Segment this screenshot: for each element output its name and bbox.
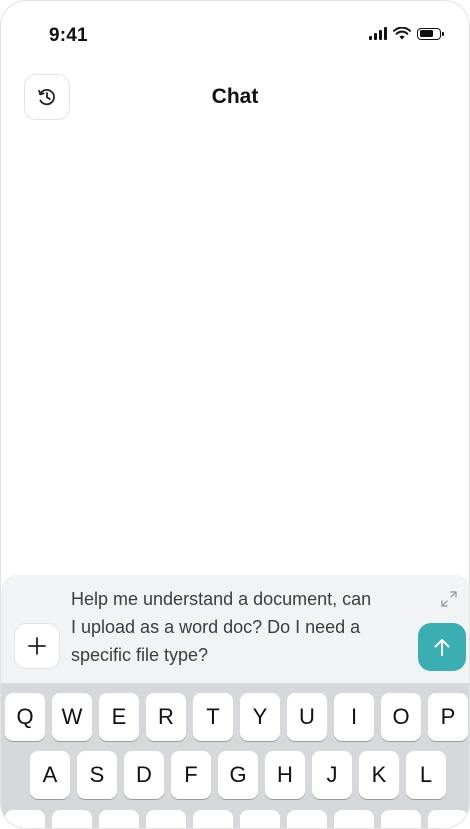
key-p[interactable]: P: [428, 693, 468, 741]
key-s[interactable]: S: [77, 751, 117, 799]
key-t[interactable]: T: [193, 693, 233, 741]
cellular-signal-icon: [369, 27, 387, 40]
wifi-icon: [393, 27, 411, 40]
add-attachment-button[interactable]: [14, 623, 60, 669]
key-a[interactable]: A: [30, 751, 70, 799]
key-r[interactable]: R: [146, 693, 186, 741]
key-y[interactable]: Y: [240, 693, 280, 741]
key-w[interactable]: W: [52, 693, 92, 741]
keyboard: Q W E R T Y U I O P A S D F G H J K L: [1, 683, 469, 828]
message-line: I upload as a word doc? Do I need a: [71, 617, 361, 637]
key-k[interactable]: K: [359, 751, 399, 799]
battery-icon: [417, 27, 444, 40]
keyboard-row-2: A S D F G H J K L: [30, 751, 469, 799]
key-q[interactable]: Q: [5, 693, 45, 741]
key-extra[interactable]: [428, 810, 468, 828]
message-line: Help me understand a document, can: [71, 589, 372, 609]
key-g[interactable]: G: [218, 751, 258, 799]
keyboard-row-1: Q W E R T Y U I O P: [5, 693, 469, 741]
key-j[interactable]: J: [312, 751, 352, 799]
key-u[interactable]: U: [287, 693, 327, 741]
key-m[interactable]: [334, 810, 374, 828]
key-f[interactable]: F: [171, 751, 211, 799]
status-time: 9:41: [49, 25, 88, 46]
header: Chat: [1, 69, 469, 125]
key-z[interactable]: [52, 810, 92, 828]
key-x[interactable]: [99, 810, 139, 828]
key-e[interactable]: E: [99, 693, 139, 741]
keyboard-row-3: [5, 810, 469, 828]
expand-icon[interactable]: [439, 589, 459, 609]
key-o[interactable]: O: [381, 693, 421, 741]
key-d[interactable]: D: [124, 751, 164, 799]
message-composer: Help me understand a document, can I upl…: [1, 575, 469, 683]
key-v[interactable]: [193, 810, 233, 828]
key-shift[interactable]: [5, 810, 45, 828]
message-input[interactable]: Help me understand a document, can I upl…: [71, 585, 405, 669]
message-line: specific file type?: [71, 645, 209, 665]
plus-icon: [28, 637, 46, 655]
key-b[interactable]: [240, 810, 280, 828]
status-icons: [369, 27, 444, 40]
key-l[interactable]: L: [406, 751, 446, 799]
page-title: Chat: [211, 85, 259, 108]
key-i[interactable]: I: [334, 693, 374, 741]
phone-screen: 9:41 Chat Help me understand a document,…: [0, 0, 470, 829]
key-h[interactable]: H: [265, 751, 305, 799]
key-backspace[interactable]: [381, 810, 421, 828]
key-n[interactable]: [287, 810, 327, 828]
status-bar: 9:41: [1, 1, 469, 61]
key-c[interactable]: [146, 810, 186, 828]
send-button[interactable]: [418, 623, 466, 671]
arrow-up-icon: [434, 639, 450, 656]
